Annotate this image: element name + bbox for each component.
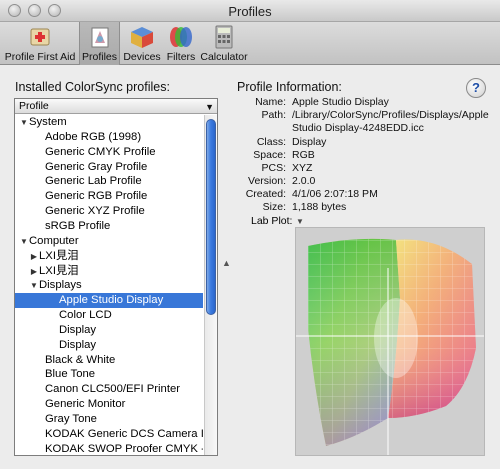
profile-row[interactable]: KODAK SWOP Proofer CMYK - Coated [15, 442, 203, 455]
profile-row-label: Blue Tone [45, 368, 96, 381]
title-bar: Profiles [0, 0, 500, 22]
info-key: PCS: [261, 162, 286, 174]
profile-row[interactable]: ▼Displays [15, 278, 203, 293]
disclosure-closed-icon[interactable]: ▶ [29, 249, 39, 264]
toolbar-devices[interactable]: Devices [121, 22, 163, 65]
profile-row[interactable]: ▶ LXΙ見泪 [15, 249, 203, 264]
profile-row-label: Gray Tone [45, 413, 97, 425]
profiles-icon [91, 27, 108, 48]
info-value: XYZ [292, 162, 313, 174]
profile-row-label: Black & White [45, 353, 116, 366]
profile-row-label: Computer [29, 234, 79, 247]
lab-plot-label: Lab Plot: [251, 215, 293, 227]
profile-row[interactable]: ▼Computer [15, 234, 203, 249]
profile-row-label: Generic Lab Profile [45, 175, 142, 188]
toolbar-profile-first-aid[interactable]: Profile First Aid [2, 22, 78, 65]
profile-row[interactable]: ▼System [15, 115, 203, 130]
toolbar-label: Filters [166, 51, 196, 63]
profile-row[interactable]: Generic RGB Profile [15, 189, 203, 204]
profile-row-label: Generic XYZ Profile [45, 205, 145, 218]
profile-row[interactable]: Generic Monitor [15, 397, 203, 412]
lab-plot[interactable] [295, 227, 485, 456]
profile-row[interactable]: Display [15, 323, 203, 338]
profile-row-label: Apple Studio Display [59, 294, 164, 307]
profile-row-label: Display [59, 338, 97, 351]
profile-row[interactable]: Generic Gray Profile [15, 160, 203, 175]
window-title: Profiles [228, 4, 272, 19]
profile-row-label: sRGB Profile [45, 219, 111, 232]
disclosure-open-icon[interactable]: ▼ [19, 234, 29, 249]
toolbar-calculator[interactable]: Calculator [199, 22, 249, 65]
profile-row[interactable]: Display [15, 338, 203, 353]
info-value: /Library/ColorSync/Profiles/Displays/App… [292, 109, 489, 134]
toolbar-filters[interactable]: Filters [163, 22, 199, 65]
profile-row-label: Generic CMYK Profile [45, 145, 156, 158]
info-key: Size: [262, 201, 286, 213]
info-value: 2.0.0 [292, 175, 316, 187]
profile-row-label: Generic RGB Profile [45, 190, 148, 203]
info-value: Apple Studio Display [292, 96, 389, 108]
info-value: RGB [292, 149, 315, 161]
profile-row-label: KODAK SWOP Proofer CMYK - Coated [45, 442, 203, 455]
toolbar-label: Devices [123, 51, 161, 63]
toolbar-label: Calculator [200, 51, 248, 63]
installed-profiles-heading: Installed ColorSync profiles: [15, 80, 170, 94]
toolbar: Profile First Aid Profiles Devices Filte… [0, 22, 500, 65]
profile-row[interactable]: Generic CMYK Profile [15, 145, 203, 160]
profile-row[interactable]: Blue Tone [15, 367, 203, 382]
profile-row-label: Generic Monitor [45, 398, 126, 411]
column-header-label: Profile [19, 100, 49, 112]
profile-row[interactable]: sRGB Profile [15, 219, 203, 234]
lab-gamut-plot [296, 238, 484, 455]
profile-row[interactable]: Gray Tone [15, 412, 203, 427]
first-aid-icon [30, 28, 50, 46]
profile-row-label: Display [59, 323, 97, 336]
devices-icon [131, 27, 153, 48]
column-header-profile[interactable]: Profile ▼ [15, 99, 217, 114]
profile-row-label: Adobe RGB (1998) [45, 130, 142, 143]
profile-row[interactable]: Generic XYZ Profile [15, 204, 203, 219]
toolbar-label: Profile First Aid [4, 51, 76, 63]
profile-row-label: Generic Gray Profile [45, 160, 148, 173]
profile-row[interactable]: Color LCD [15, 308, 203, 323]
help-button[interactable]: ? [466, 78, 486, 98]
info-key: Name: [255, 96, 286, 108]
profile-information-heading: Profile Information: [237, 80, 342, 94]
splitter-arrow-icon[interactable]: ▲ [222, 258, 231, 268]
filters-icon [170, 27, 192, 47]
disclosure-open-icon[interactable]: ▼ [29, 278, 39, 293]
info-key: Created: [245, 188, 286, 200]
profile-row-label: LXΙ見泪 [39, 249, 79, 262]
profile-row[interactable]: Canon CLC500/EFI Printer [15, 382, 203, 397]
toolbar-profiles[interactable]: Profiles [79, 22, 120, 65]
profile-row-label: Canon CLC500/EFI Printer [45, 383, 181, 396]
profile-row-label: LXΙ見泪 [39, 264, 79, 277]
info-value: 1,188 bytes [292, 201, 347, 213]
info-key: Path: [261, 109, 286, 121]
profile-row[interactable]: KODAK Generic DCS Camera Input [15, 427, 203, 442]
info-value: Display [292, 136, 327, 148]
disclosure-closed-icon[interactable]: ▶ [29, 264, 39, 279]
profile-row[interactable]: Generic Lab Profile [15, 174, 203, 189]
profile-row-label: Color LCD [59, 309, 112, 322]
profile-row[interactable]: Black & White [15, 353, 203, 368]
profile-row[interactable]: ▶ LXΙ見泪 [15, 264, 203, 279]
lab-plot-menu-arrow-icon[interactable]: ▼ [296, 217, 304, 226]
disclosure-open-icon[interactable]: ▼ [19, 115, 29, 130]
calculator-icon [215, 25, 233, 49]
info-key: Version: [248, 175, 286, 187]
info-key: Class: [256, 136, 286, 148]
profile-row-label: KODAK Generic DCS Camera Input [45, 427, 203, 440]
profile-row[interactable]: Adobe RGB (1998) [15, 130, 203, 145]
toolbar-label: Profiles [81, 51, 117, 63]
profile-row[interactable]: Apple Studio Display [15, 293, 203, 309]
profile-row-label: Displays [39, 279, 82, 292]
info-key: Space: [253, 149, 286, 161]
profiles-list[interactable]: Profile ▼ ▼System Adobe RGB (1998) Generic… [14, 98, 218, 456]
profile-row-label: System [29, 116, 67, 128]
profiles-window: Profiles Profile First Aid Profiles Devi… [0, 0, 500, 469]
info-value: 4/1/06 2:07:18 PM [292, 188, 378, 200]
